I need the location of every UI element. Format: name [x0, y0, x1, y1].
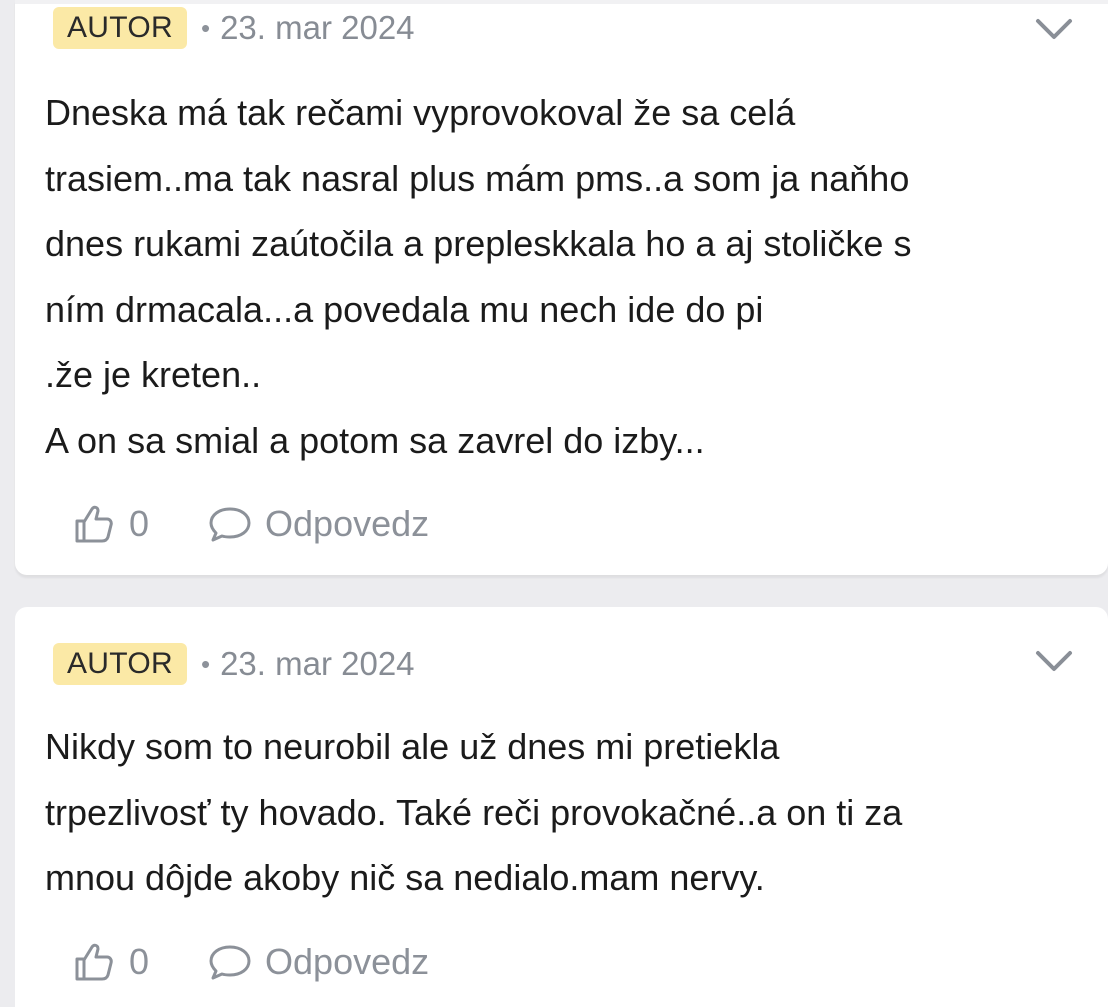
author-badge: AUTOR — [53, 7, 187, 49]
author-badge: AUTOR — [53, 643, 187, 685]
reply-button[interactable]: Odpovedz — [207, 503, 429, 545]
comment-line: trasiem..ma tak nasral plus mám pms..a s… — [45, 157, 910, 199]
comment-meta: AUTOR • 23. mar 2024 — [53, 642, 415, 686]
like-button[interactable]: 0 — [73, 503, 149, 545]
comment-line: ním drmacala...a povedala mu nech ide do… — [45, 288, 764, 330]
thumbs-up-icon — [75, 943, 113, 981]
like-count: 0 — [129, 503, 150, 544]
comment-line: Nikdy som to neurobil ale už dnes mi pre… — [45, 726, 780, 767]
speech-bubble-icon — [209, 507, 251, 542]
comment-text: Nikdy som to neurobil ale už dnes mi pre… — [45, 714, 1085, 911]
comment-date: 23. mar 2024 — [220, 9, 415, 46]
comment-line: Dneska má tak rečami vyprovokoval že sa … — [45, 92, 796, 133]
reply-label: Odpovedz — [265, 503, 430, 544]
reply-label: Odpovedz — [265, 941, 430, 982]
like-count: 0 — [129, 941, 150, 982]
chevron-down-icon[interactable] — [1034, 16, 1074, 42]
meta-separator: • — [200, 648, 211, 679]
comment-line: trpezlivosť ty hovado. Také reči provoka… — [45, 791, 903, 833]
comment-card: AUTOR • 23. mar 2024 Dneska má tak rečam… — [15, 0, 1108, 575]
thumbs-up-icon — [75, 505, 113, 543]
comment-text: Dneska má tak rečami vyprovokoval že sa … — [45, 80, 1085, 473]
comment-line: .že je kreten.. — [45, 354, 262, 395]
comment-line: dnes rukami zaútočila a prepleskkala ho … — [45, 223, 912, 264]
comment-line: A on sa smial a potom sa zavrel do izby.… — [45, 419, 705, 461]
comment-card: AUTOR • 23. mar 2024 Nikdy som to neurob… — [15, 607, 1108, 1007]
like-button[interactable]: 0 — [73, 941, 149, 983]
chevron-down-icon[interactable] — [1034, 648, 1074, 674]
comment-date: 23. mar 2024 — [220, 645, 415, 682]
speech-bubble-icon — [209, 945, 251, 980]
comment-meta: AUTOR • 23. mar 2024 — [53, 6, 415, 50]
meta-separator: • — [200, 12, 211, 43]
comment-line: mnou dôjde akoby nič sa nedialo.mam nerv… — [45, 857, 765, 898]
reply-button[interactable]: Odpovedz — [207, 941, 429, 983]
comment-actions: 0 Odpovedz — [73, 937, 429, 987]
comment-actions: 0 Odpovedz — [73, 499, 429, 549]
card-divider — [15, 0, 1108, 4]
